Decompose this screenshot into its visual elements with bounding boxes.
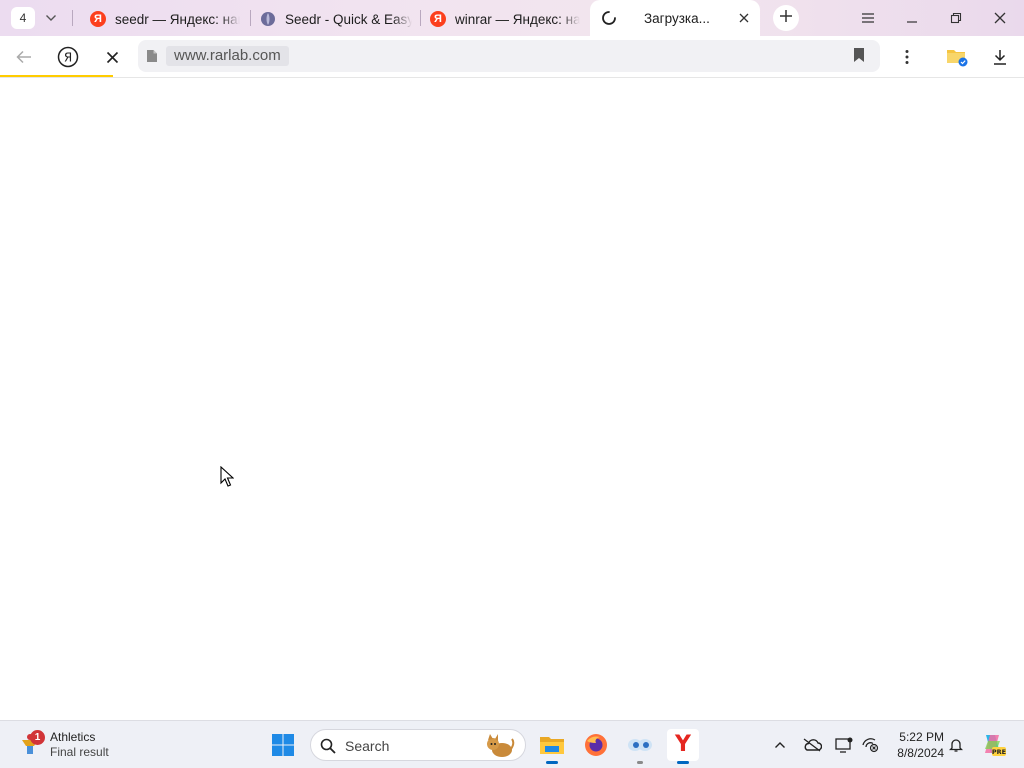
yandex-letter: Y [675, 732, 691, 757]
clock-time: 5:22 PM [899, 730, 944, 744]
yandex-logo-icon: Я [57, 46, 79, 68]
tab-title: seedr — Яндекс: наш [115, 11, 240, 27]
running-indicator [677, 761, 689, 764]
widgets-button[interactable]: 1 Athletics Final result [18, 727, 109, 763]
start-button[interactable] [267, 729, 299, 761]
tab-separator [72, 10, 73, 26]
running-indicator [637, 761, 643, 764]
eyes-app-icon[interactable] [624, 729, 656, 764]
back-button[interactable] [11, 44, 37, 70]
tab-seedr-yandex[interactable]: Я seedr — Яндекс: наш [90, 4, 240, 34]
tab-counter[interactable]: 4 [11, 7, 35, 29]
clock-date: 8/8/2024 [897, 746, 944, 760]
address-bar[interactable]: www.rarlab.com [138, 40, 880, 72]
taskbar: 1 Athletics Final result Search Y 5:22 P… [0, 720, 1024, 768]
athletics-icon: 1 [18, 730, 45, 758]
tab-loading-active[interactable]: Загрузка... [590, 0, 760, 36]
minimize-button[interactable] [898, 6, 926, 30]
tab-title: Загрузка... [644, 10, 710, 26]
yandex-home-button[interactable]: Я [55, 44, 81, 70]
tab-seedr[interactable]: Seedr - Quick & Easy [260, 4, 412, 34]
copilot-icon[interactable]: PRE [980, 731, 1006, 757]
svg-text:PRE: PRE [992, 748, 1006, 756]
close-tab-icon[interactable] [738, 12, 750, 24]
notification-badge: 1 [30, 730, 45, 745]
yandex-icon: Я [430, 11, 446, 27]
stop-loading-button[interactable] [99, 44, 125, 70]
kebab-menu-icon [905, 50, 909, 64]
arrow-left-icon [16, 50, 31, 64]
search-label: Search [345, 738, 390, 754]
widget-subtitle: Final result [50, 745, 109, 759]
tab-strip: 4 Я seedr — Яндекс: наш Seedr - Quick & … [0, 0, 1024, 36]
firefox-icon[interactable] [580, 729, 612, 761]
collections-button[interactable] [944, 44, 970, 70]
tab-separator [250, 10, 251, 26]
tab-title: winrar — Яндекс: наш [455, 11, 580, 27]
widget-title: Athletics [50, 730, 96, 744]
chevron-up-icon[interactable] [770, 735, 790, 755]
navigation-bar: Я www.rarlab.com [0, 36, 1024, 76]
bookmark-icon[interactable] [853, 47, 865, 68]
onedrive-icon[interactable] [802, 735, 822, 755]
restore-button[interactable] [942, 6, 970, 30]
close-icon [994, 12, 1006, 24]
hamburger-icon [862, 13, 874, 23]
tabs-dropdown-chevron-icon[interactable] [40, 7, 62, 29]
new-tab-button[interactable] [773, 5, 799, 31]
menu-button[interactable] [854, 6, 882, 30]
svg-text:Я: Я [64, 51, 72, 65]
close-window-button[interactable] [986, 6, 1014, 30]
search-icon [320, 738, 336, 759]
downloads-button[interactable] [987, 44, 1013, 70]
search-highlight-cat-icon [485, 733, 515, 764]
seedr-icon [260, 11, 276, 27]
tab-separator [420, 10, 421, 26]
display-icon[interactable] [834, 735, 854, 755]
minimize-icon [907, 21, 917, 23]
yandex-browser-icon[interactable]: Y [667, 729, 699, 764]
page-icon[interactable] [146, 49, 158, 68]
folder-sync-icon [947, 50, 968, 67]
url-text[interactable]: www.rarlab.com [166, 46, 289, 66]
notification-icon[interactable] [946, 735, 966, 755]
windows-logo-icon [272, 734, 294, 756]
file-explorer-icon[interactable] [536, 729, 568, 764]
loading-spinner-icon [601, 10, 617, 26]
taskbar-search[interactable]: Search [310, 729, 526, 761]
close-icon [106, 51, 118, 63]
yandex-icon: Я [90, 11, 106, 27]
system-clock[interactable]: 5:22 PM 8/8/2024 [888, 729, 944, 761]
network-icon[interactable] [860, 735, 880, 755]
plus-icon [779, 9, 793, 28]
more-options-button[interactable] [894, 44, 920, 70]
download-icon [994, 50, 1006, 65]
restore-icon [950, 12, 962, 24]
tab-winrar-yandex[interactable]: Я winrar — Яндекс: наш [430, 4, 580, 34]
mouse-cursor-icon [220, 465, 235, 493]
running-indicator [546, 761, 558, 764]
page-content [0, 78, 1024, 720]
tab-title: Seedr - Quick & Easy [285, 11, 412, 27]
